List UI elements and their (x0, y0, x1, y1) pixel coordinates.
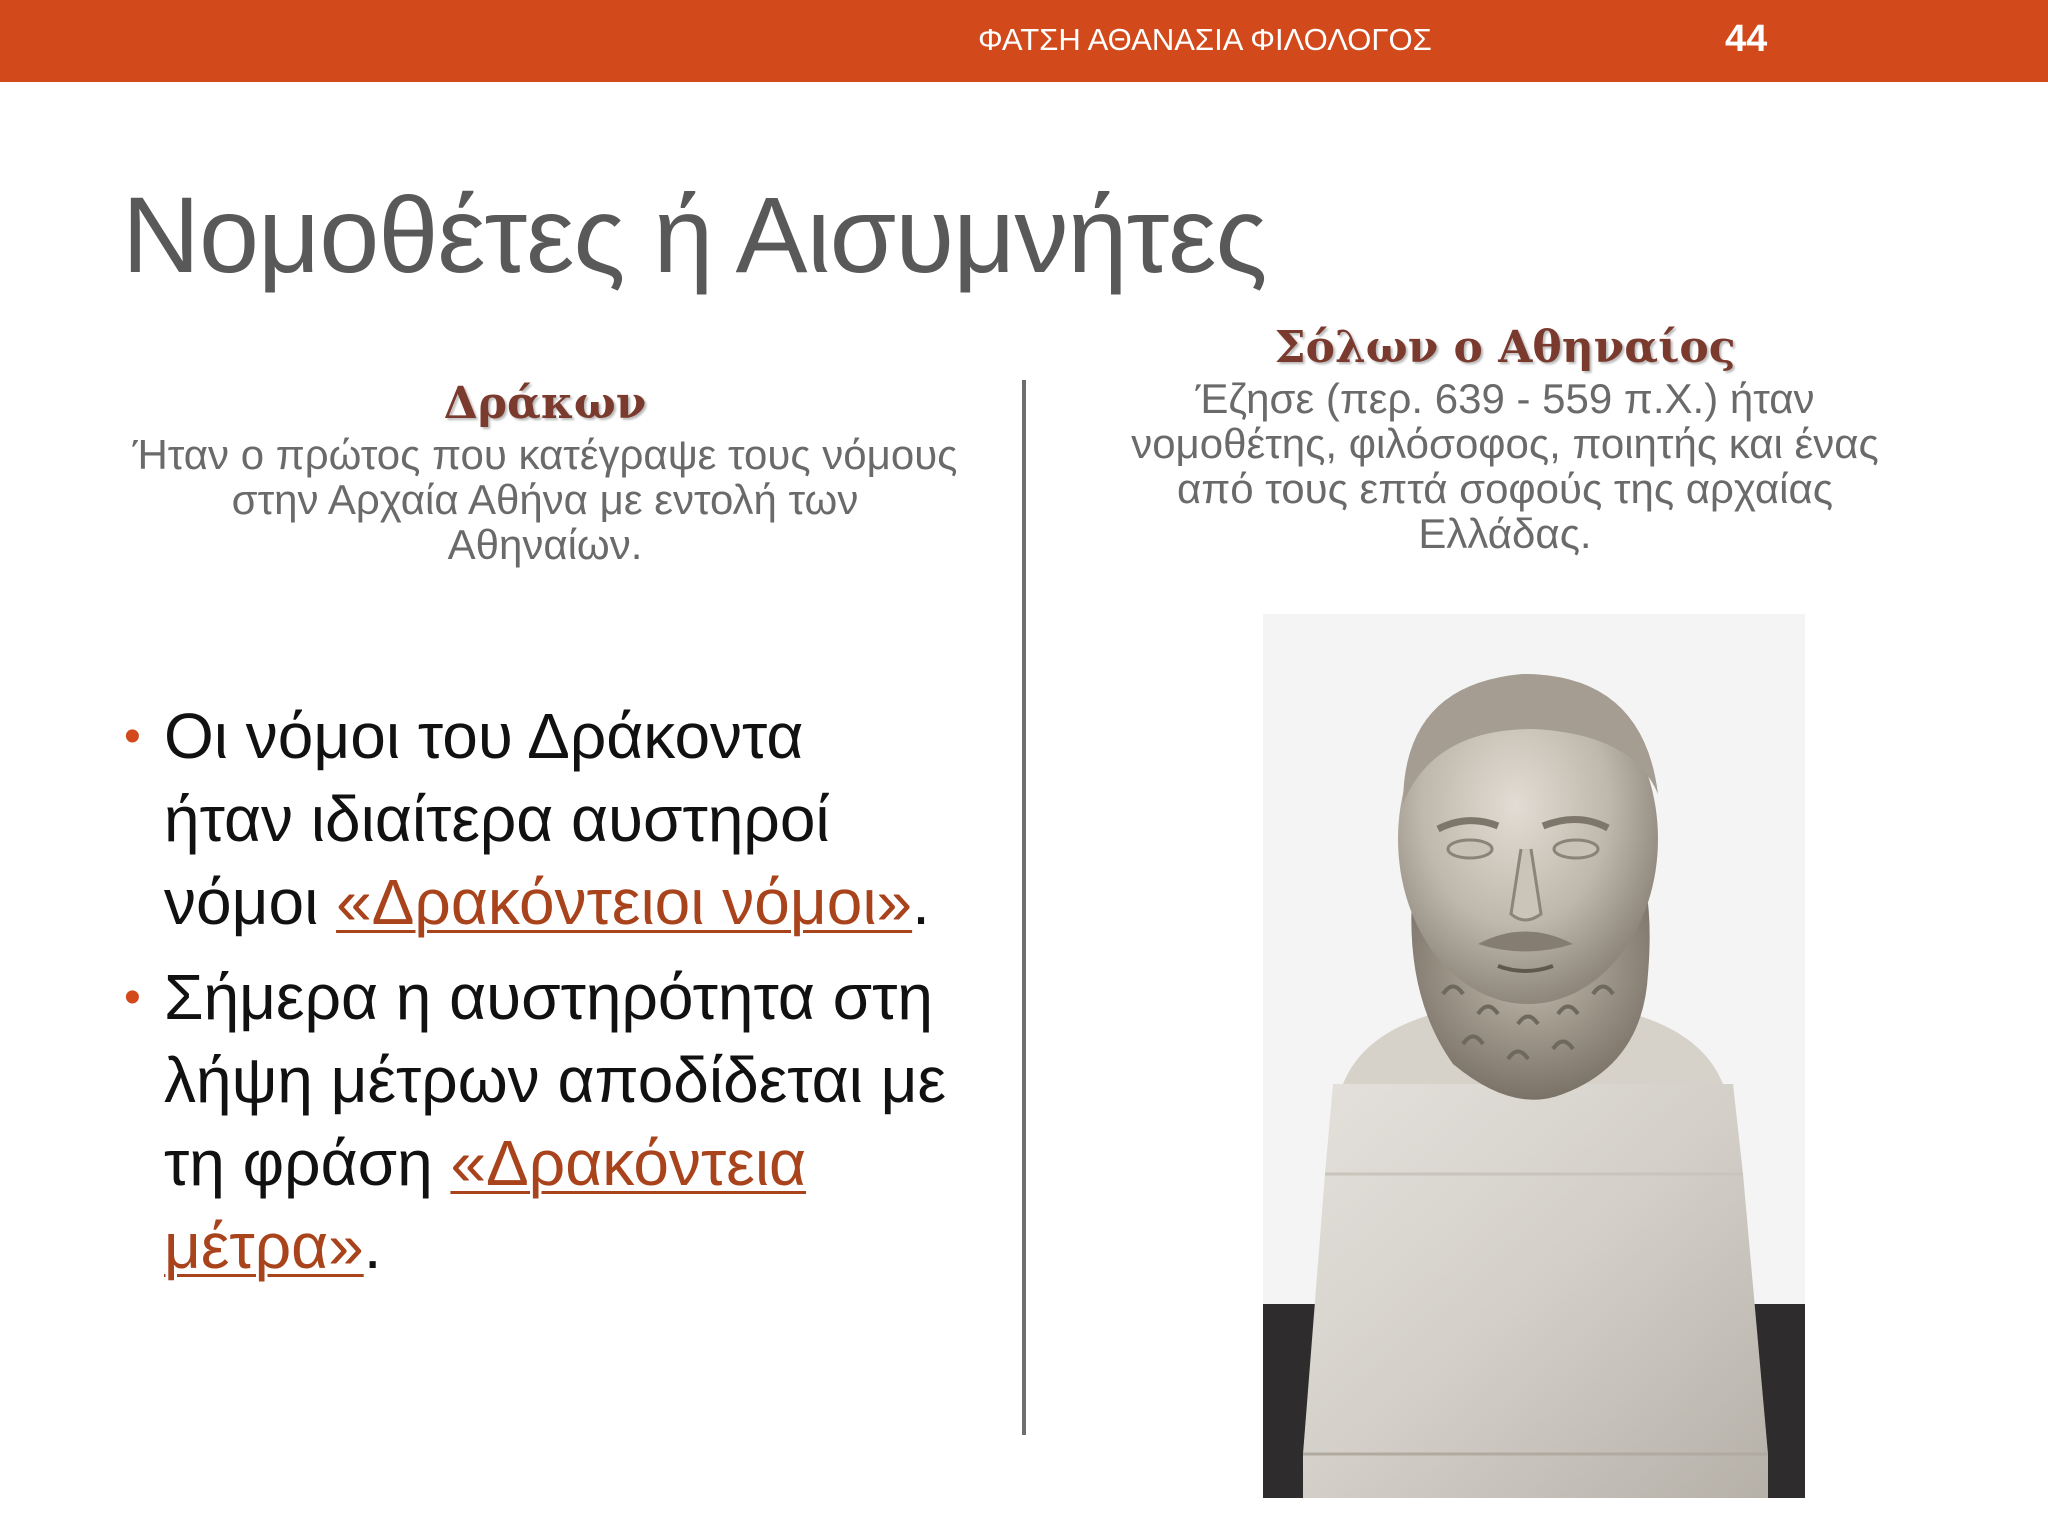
solon-bust-illustration (1263, 614, 1805, 1498)
right-column-header: Σόλων ο Αθηναίος Έζησε (περ. 639 - 559 π… (1105, 320, 1905, 556)
solon-description: Έζησε (περ. 639 - 559 π.Χ.) ήταν νομοθέτ… (1131, 375, 1879, 557)
draco-name: Δράκων (443, 378, 647, 429)
draco-description: Ήταν ο πρώτος που κατέγραψε τους νόμους … (132, 431, 958, 568)
bullet-end: . (363, 1210, 382, 1282)
left-column-header: Δράκων Ήταν ο πρώτος που κατέγραψε τους … (130, 376, 960, 567)
bullet-item: • Οι νόμοι του Δράκοντα ήταν ιδιαίτερα α… (120, 695, 950, 944)
author-label: ΦΑΤΣΗ ΑΘΑΝΑΣΙΑ ΦΙΛΟΛΟΓΟΣ (978, 22, 1432, 57)
slide-title: Νομοθέτες ή Αισυμνήτες (122, 174, 1267, 295)
bullet-end: . (912, 866, 930, 938)
solon-bust-image (1263, 614, 1805, 1498)
draconian-laws-link[interactable]: «Δρακόντειοι νόμοι» (336, 866, 912, 938)
bullet-dot-icon: • (124, 710, 141, 763)
bullet-item: • Σήμερα η αυστηρότητα στη λήψη μέτρων α… (120, 956, 950, 1288)
header-bar: ΦΑΤΣΗ ΑΘΑΝΑΣΙΑ ΦΙΛΟΛΟΓΟΣ 44 (0, 0, 2048, 82)
solon-name: Σόλων ο Αθηναίος (1274, 322, 1736, 373)
bullet-dot-icon: • (124, 971, 141, 1024)
bullet-list: • Οι νόμοι του Δράκοντα ήταν ιδιαίτερα α… (120, 695, 950, 1300)
page-number: 44 (1725, 18, 1768, 60)
column-divider (1022, 380, 1026, 1435)
